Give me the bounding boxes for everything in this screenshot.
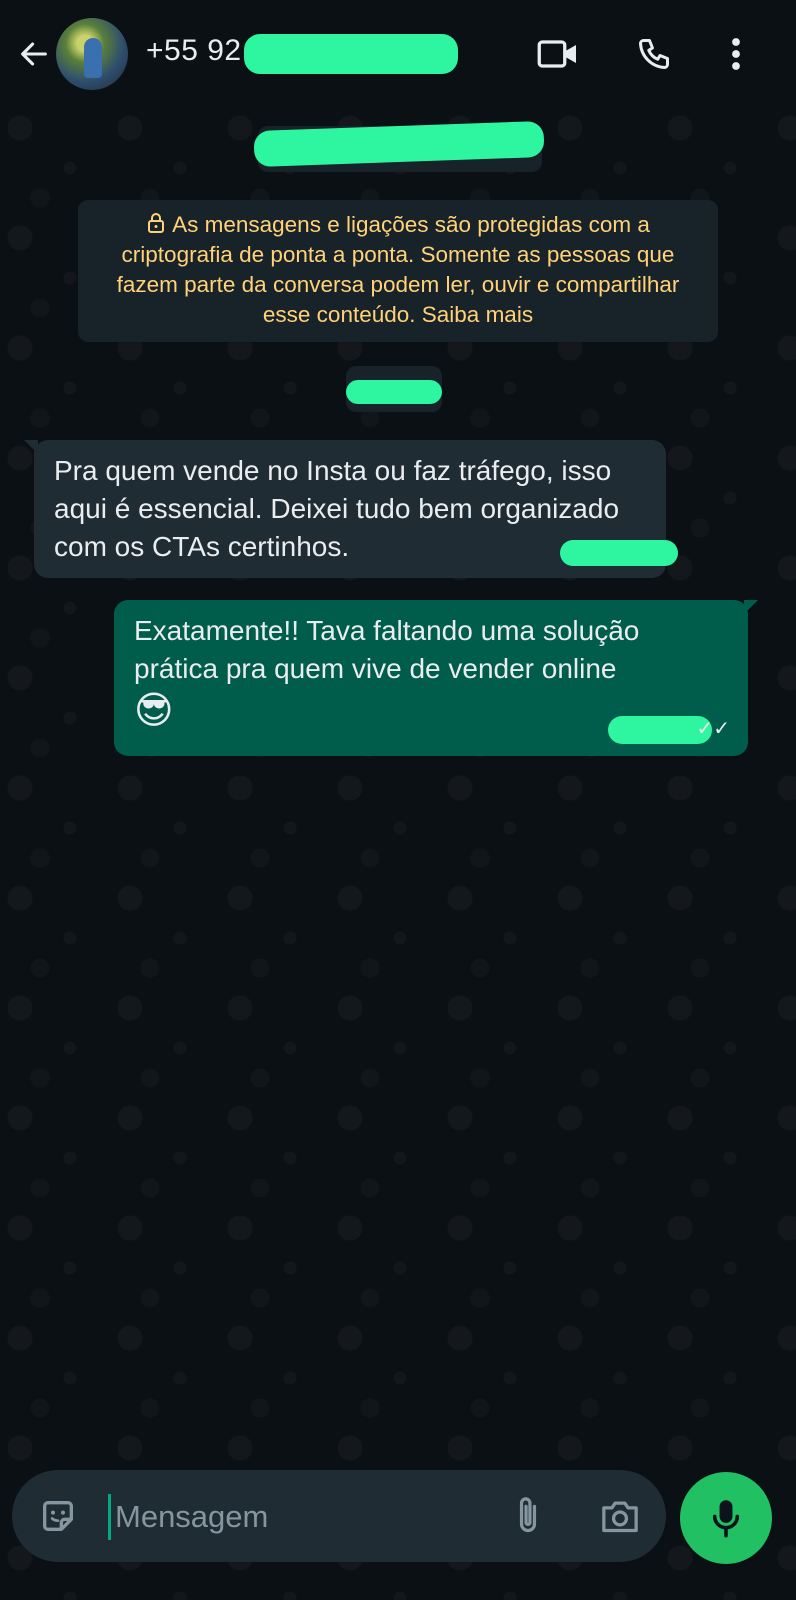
message-input[interactable] (108, 1494, 507, 1540)
message-composer (12, 1470, 666, 1562)
sunglasses-emoji: 😎 (134, 688, 174, 732)
arrow-left-icon (21, 42, 47, 66)
chat-screen: +55 92 As mensagens e ligações são prote… (0, 0, 796, 1600)
more-vertical-icon (732, 38, 740, 70)
encryption-notice-text: As mensagens e ligações são protegidas c… (116, 212, 680, 327)
chat-header: +55 92 (0, 0, 796, 108)
redaction-mark (244, 34, 458, 74)
back-button[interactable] (14, 34, 54, 74)
sticker-icon (43, 1501, 74, 1531)
read-receipt-icon: ✓✓ (696, 718, 730, 740)
voice-call-button[interactable] (632, 32, 676, 76)
microphone-icon (712, 1500, 740, 1538)
encryption-notice[interactable]: As mensagens e ligações são protegidas c… (78, 200, 718, 342)
redaction-mark (560, 540, 678, 566)
redaction-mark (346, 380, 442, 404)
video-call-button[interactable] (536, 32, 580, 76)
menu-button[interactable] (714, 32, 758, 76)
attach-button[interactable] (504, 1492, 552, 1540)
camera-button[interactable] (596, 1492, 644, 1540)
camera-icon (602, 1501, 638, 1533)
message-text: Exatamente!! Tava faltando uma solução p… (134, 615, 640, 684)
lock-icon (148, 213, 165, 233)
voice-message-button[interactable] (680, 1472, 772, 1564)
sticker-button[interactable] (34, 1492, 82, 1540)
contact-name[interactable]: +55 92 (146, 34, 242, 68)
message-bubble-incoming[interactable]: Pra quem vende no Insta ou faz tráfego, … (24, 440, 678, 578)
message-bubble-outgoing[interactable]: Exatamente!! Tava faltando uma solução p… (114, 600, 758, 756)
phone-icon (639, 39, 669, 69)
message-text: Pra quem vende no Insta ou faz tráfego, … (54, 455, 620, 562)
paperclip-icon (519, 1497, 537, 1533)
avatar[interactable] (56, 18, 128, 90)
video-call-icon (537, 40, 576, 68)
